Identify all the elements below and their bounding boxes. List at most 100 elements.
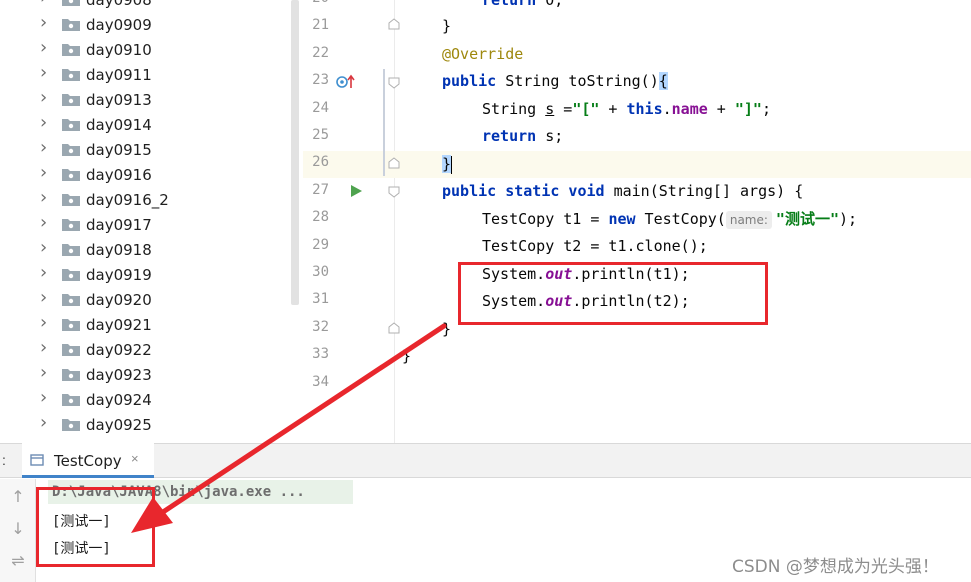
code-line-33: } (402, 347, 412, 365)
tree-item[interactable]: › day0925 (0, 412, 290, 437)
code-line-29: TestCopy t2 = t1.clone(); (482, 237, 708, 255)
code-line-22: @Override (442, 45, 524, 63)
package-folder-icon (62, 294, 80, 306)
tree-item-label: day0925 (86, 415, 152, 434)
tree-item-label: day0917 (86, 215, 152, 234)
tree-item[interactable]: › day0916_2 (0, 187, 290, 212)
line-number: 34 (312, 374, 329, 390)
chevron-right-icon[interactable]: › (40, 89, 52, 107)
fold-marker-icon[interactable] (388, 157, 400, 169)
tree-item-label: day0909 (86, 15, 152, 34)
chevron-right-icon[interactable]: › (40, 114, 52, 132)
package-folder-icon (62, 219, 80, 231)
fold-marker-icon[interactable] (388, 77, 400, 89)
chevron-right-icon[interactable]: › (40, 414, 52, 432)
fold-marker-icon[interactable] (388, 186, 400, 198)
tree-item[interactable]: › day0919 (0, 262, 290, 287)
package-folder-icon (62, 144, 80, 156)
line-number: 23 (312, 72, 329, 88)
tree-item-label: day0911 (86, 65, 152, 84)
package-folder-icon (62, 94, 80, 106)
tree-item-label: day0921 (86, 315, 152, 334)
chevron-right-icon[interactable]: › (40, 214, 52, 232)
tree-item-label: day0914 (86, 115, 152, 134)
chevron-right-icon[interactable]: › (40, 239, 52, 257)
line-number: 27 (312, 182, 329, 198)
tree-item[interactable]: › day0920 (0, 287, 290, 312)
chevron-right-icon[interactable]: › (40, 264, 52, 282)
tree-item[interactable]: › day0911 (0, 62, 290, 87)
soft-wrap-icon[interactable]: ⇌ (9, 552, 27, 570)
fold-marker-icon[interactable] (388, 18, 400, 30)
code-line-27: public static void main(String[] args) { (442, 182, 804, 200)
package-folder-icon (62, 169, 80, 181)
line-number: 28 (312, 209, 329, 225)
tree-item[interactable]: › day0923 (0, 362, 290, 387)
scroll-up-icon[interactable]: ↑ (9, 488, 27, 506)
code-line-25: return s; (482, 127, 564, 145)
code-line-32: } (442, 320, 452, 338)
run-main-icon[interactable] (349, 184, 363, 198)
tree-item-label: day0908 (86, 0, 152, 9)
line-number: 25 (312, 127, 329, 143)
code-line-26: } (442, 155, 453, 174)
tree-item-label: day0915 (86, 140, 152, 159)
line-number: 32 (312, 319, 329, 335)
package-folder-icon (62, 119, 80, 131)
line-number: 31 (312, 291, 329, 307)
line-number: 22 (312, 45, 329, 61)
chevron-right-icon[interactable]: › (40, 139, 52, 157)
package-folder-icon (62, 69, 80, 81)
package-folder-icon (62, 194, 80, 206)
tree-item-label: day0920 (86, 290, 152, 309)
tree-item-label: day0922 (86, 340, 152, 359)
package-folder-icon (62, 0, 80, 6)
tree-item[interactable]: › day0915 (0, 137, 290, 162)
chevron-right-icon[interactable]: › (40, 164, 52, 182)
scroll-down-icon[interactable]: ↓ (9, 520, 27, 538)
tree-item[interactable]: › day0910 (0, 37, 290, 62)
tree-item[interactable]: › day0914 (0, 112, 290, 137)
chevron-right-icon[interactable]: › (40, 314, 52, 332)
close-icon[interactable]: × (131, 451, 139, 466)
chevron-right-icon[interactable]: › (40, 39, 52, 57)
tree-scrollbar[interactable] (291, 0, 299, 305)
run-tab-label: TestCopy (54, 452, 122, 470)
tree-item-label: day0919 (86, 265, 152, 284)
chevron-right-icon[interactable]: › (40, 64, 52, 82)
package-folder-icon (62, 19, 80, 31)
watermark: CSDN @梦想成为光头强！ (732, 557, 939, 577)
code-line-24: String s ="[" + this.name + "]"; (482, 100, 771, 118)
code-line-23: public String toString(){ (442, 72, 668, 90)
chevron-right-icon[interactable]: › (40, 389, 52, 407)
chevron-right-icon[interactable]: › (40, 14, 52, 32)
tree-item-label: day0923 (86, 365, 152, 384)
chevron-right-icon[interactable]: › (40, 189, 52, 207)
line-number: 26 (312, 154, 329, 170)
annotation-box-output (36, 487, 155, 567)
chevron-right-icon[interactable]: › (40, 289, 52, 307)
tree-item[interactable]: › day0924 (0, 387, 290, 412)
tree-item[interactable]: › day0916 (0, 162, 290, 187)
package-folder-icon (62, 244, 80, 256)
package-folder-icon (62, 394, 80, 406)
tree-item[interactable]: › day0921 (0, 312, 290, 337)
tree-item[interactable]: › day0908 (0, 0, 290, 12)
tree-item-label: day0918 (86, 240, 152, 259)
chevron-right-icon[interactable]: › (40, 339, 52, 357)
tree-item[interactable]: › day0917 (0, 212, 290, 237)
tree-item[interactable]: › day0922 (0, 337, 290, 362)
chevron-right-icon[interactable]: › (40, 0, 52, 7)
line-number: 21 (312, 17, 329, 33)
tree-item[interactable]: › day0918 (0, 237, 290, 262)
tree-item[interactable]: › day0913 (0, 87, 290, 112)
line-number: 29 (312, 237, 329, 253)
line-number: 30 (312, 264, 329, 280)
line-number: 24 (312, 100, 329, 116)
chevron-right-icon[interactable]: › (40, 364, 52, 382)
fold-marker-icon[interactable] (388, 322, 400, 334)
run-panel-colon: : (2, 452, 6, 468)
tree-item[interactable]: › day0909 (0, 12, 290, 37)
package-folder-icon (62, 44, 80, 56)
override-icon[interactable] (336, 74, 358, 90)
